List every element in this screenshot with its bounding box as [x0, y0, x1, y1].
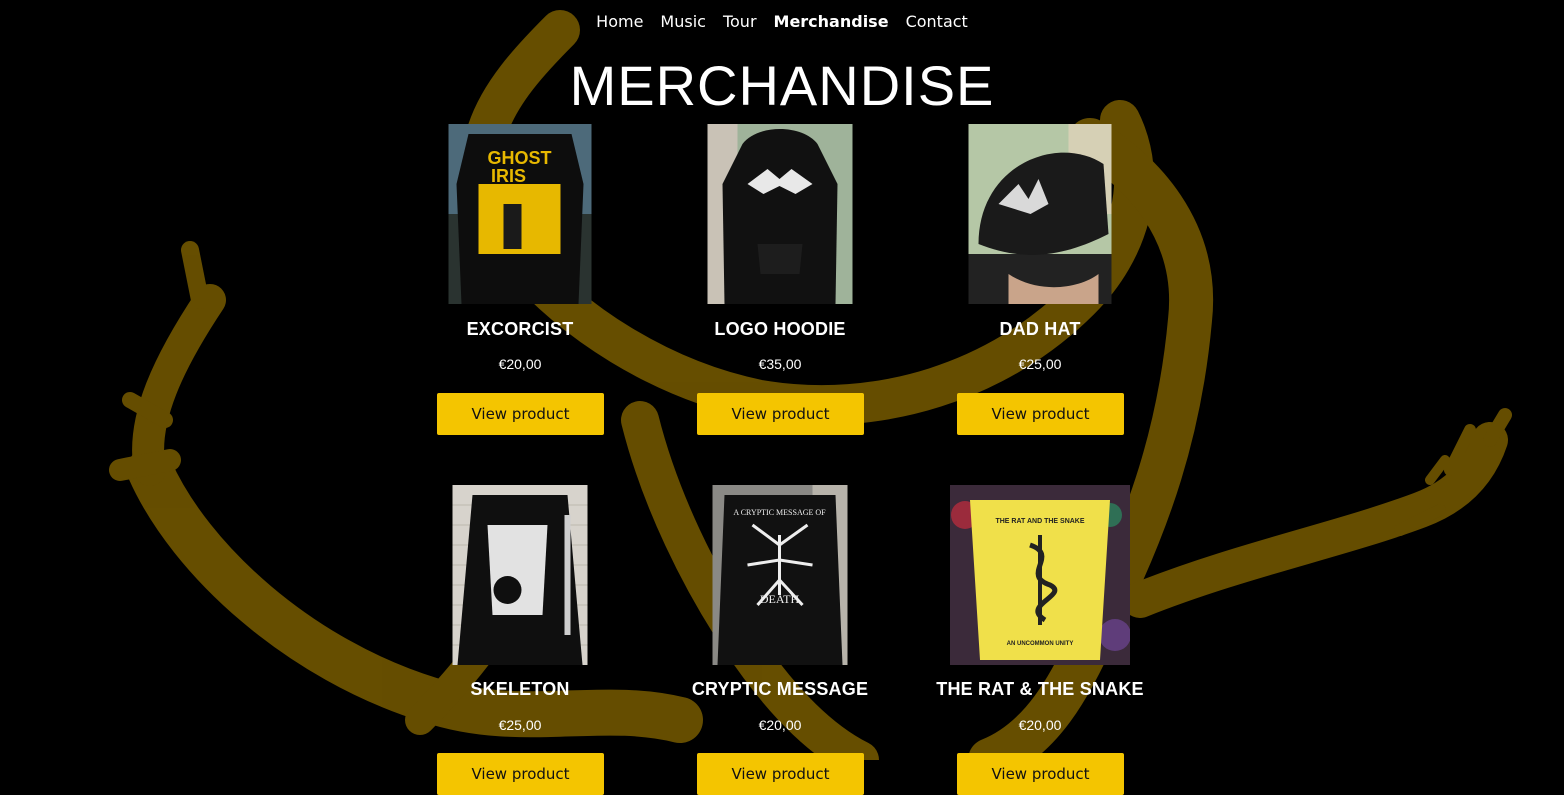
- product-image[interactable]: THE RAT AND THE SNAKE AN UNCOMMON UNITY: [950, 485, 1130, 665]
- view-product-button[interactable]: View product: [697, 753, 864, 795]
- svg-text:IRIS: IRIS: [491, 166, 526, 186]
- product-name: THE RAT & THE SNAKE: [936, 679, 1144, 699]
- product-name: LOGO HOODIE: [714, 319, 846, 339]
- product-name: DAD HAT: [999, 319, 1081, 339]
- product-image[interactable]: A CRYPTIC MESSAGE OF DEATH: [712, 485, 848, 665]
- product-name: SKELETON: [470, 679, 570, 699]
- product-price: €35,00: [758, 356, 802, 372]
- product-price: €25,00: [1018, 356, 1062, 372]
- view-product-button[interactable]: View product: [437, 393, 604, 435]
- product-price: €20,00: [758, 717, 802, 733]
- product-price: €20,00: [498, 356, 542, 372]
- nav-home-link[interactable]: Home: [596, 12, 643, 31]
- product-image[interactable]: [968, 124, 1112, 304]
- product-price: €25,00: [498, 717, 542, 733]
- nav-merchandise-link[interactable]: Merchandise: [774, 12, 889, 31]
- view-product-button[interactable]: View product: [437, 753, 604, 795]
- product-image[interactable]: [452, 485, 588, 665]
- view-product-button[interactable]: View product: [697, 393, 864, 435]
- svg-text:GHOST: GHOST: [487, 148, 551, 168]
- view-product-button[interactable]: View product: [957, 393, 1124, 435]
- svg-text:DEATH: DEATH: [760, 592, 800, 606]
- product-name: CRYPTIC MESSAGE: [691, 679, 869, 699]
- nav-tour-link[interactable]: Tour: [723, 12, 757, 31]
- product-name: EXCORCIST: [466, 319, 574, 339]
- svg-text:AN UNCOMMON UNITY: AN UNCOMMON UNITY: [1007, 641, 1074, 647]
- product-image[interactable]: GHOST IRIS: [448, 124, 592, 304]
- product-price: €20,00: [1018, 717, 1062, 733]
- main-nav: Home Music Tour Merchandise Contact: [0, 12, 1564, 31]
- page-title: MERCHANDISE: [569, 54, 995, 117]
- svg-text:THE RAT AND THE SNAKE: THE RAT AND THE SNAKE: [995, 518, 1084, 525]
- product-image[interactable]: [707, 124, 853, 304]
- svg-text:A CRYPTIC MESSAGE OF: A CRYPTIC MESSAGE OF: [733, 508, 826, 517]
- view-product-button[interactable]: View product: [957, 753, 1124, 795]
- nav-contact-link[interactable]: Contact: [906, 12, 968, 31]
- nav-music-link[interactable]: Music: [660, 12, 706, 31]
